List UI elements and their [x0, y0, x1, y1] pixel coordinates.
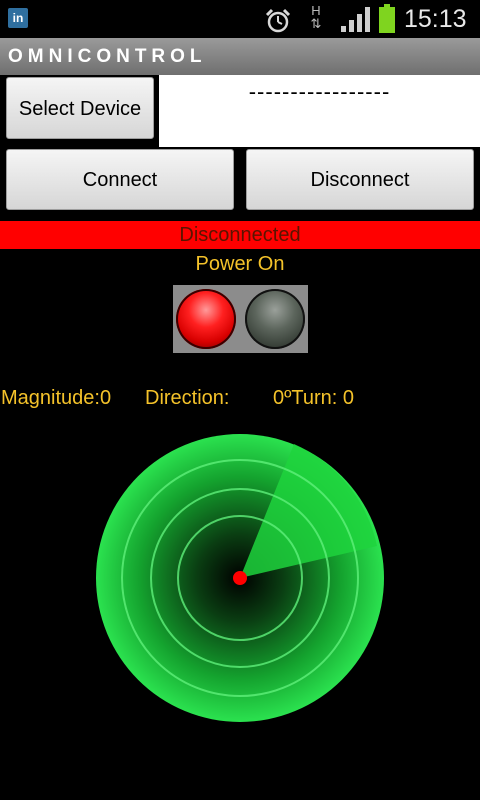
status-bar: in H ⇅ 15:13 — [0, 0, 480, 38]
battery-icon — [379, 4, 395, 33]
red-led-icon[interactable] — [176, 289, 236, 349]
disconnect-button[interactable]: Disconnect — [246, 149, 474, 210]
app-title: OMNICONTROL — [8, 46, 207, 67]
network-h-icon: H ⇅ — [310, 3, 322, 31]
power-label: Power On — [195, 253, 285, 275]
direction-readout: Direction: — [145, 387, 230, 409]
linkedin-icon: in — [8, 8, 28, 28]
turn-readout: 0ºTurn: 0 — [273, 387, 355, 409]
network-type: H — [311, 3, 321, 18]
signal-icon — [341, 7, 370, 32]
clock-time: 15:13 — [404, 5, 467, 33]
app-title-bar: OMNICONTROL — [0, 38, 480, 75]
magnitude-readout: Magnitude:0 — [1, 387, 112, 409]
selected-device-value: ----------------- — [248, 79, 391, 104]
selected-device-display: ----------------- — [159, 75, 480, 147]
green-led-icon[interactable] — [245, 289, 305, 349]
joystick-center-dot — [233, 571, 247, 585]
power-led-panel[interactable] — [173, 285, 308, 353]
alarm-clock-icon — [265, 8, 291, 33]
connect-button[interactable]: Connect — [6, 149, 234, 210]
joystick-radar[interactable] — [94, 432, 386, 724]
select-device-button[interactable]: Select Device — [6, 77, 154, 139]
connection-status: Disconnected — [0, 221, 480, 249]
